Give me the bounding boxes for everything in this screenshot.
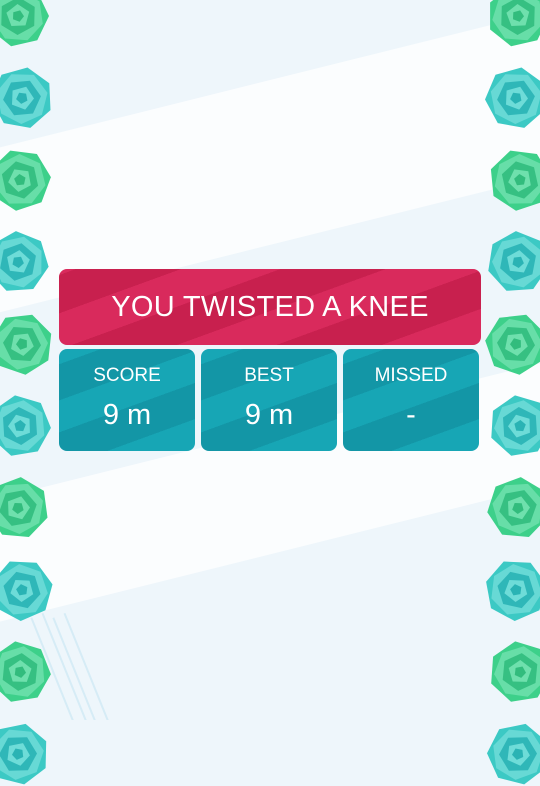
geometric-polygon-gem-icon (0, 394, 52, 458)
missed-card: MISSED - (343, 349, 479, 451)
geometric-polygon-gem-icon (486, 722, 540, 786)
geometric-polygon-gem-icon (486, 0, 540, 48)
geometric-polygon-gem-icon (488, 640, 540, 704)
stats-row: SCORE 9 m BEST 9 m MISSED - (59, 349, 481, 451)
geometric-polygon-gem-icon (484, 66, 540, 130)
score-card: SCORE 9 m (59, 349, 195, 451)
geometric-polygon-gem-icon (488, 148, 540, 212)
geometric-polygon-gem-icon (0, 148, 52, 212)
geometric-polygon-gem-icon (486, 476, 540, 540)
best-value: 9 m (244, 399, 294, 431)
right-gem-wall (484, 0, 540, 785)
geometric-polygon-gem-icon (0, 230, 50, 294)
geometric-polygon-gem-icon (0, 476, 50, 540)
best-label: BEST (244, 365, 294, 386)
missed-label: MISSED (374, 365, 448, 386)
score-label: SCORE (93, 365, 161, 386)
geometric-polygon-gem-icon (484, 312, 540, 376)
geometric-polygon-gem-icon (0, 66, 54, 130)
geometric-polygon-gem-icon (488, 394, 540, 458)
geometric-polygon-gem-icon (0, 722, 50, 786)
best-card: BEST 9 m (201, 349, 337, 451)
geometric-polygon-gem-icon (486, 230, 540, 294)
left-gem-wall (0, 0, 56, 785)
geometric-polygon-gem-icon (484, 558, 540, 622)
result-banner-text: YOU TWISTED A KNEE (111, 290, 429, 323)
geometric-polygon-gem-icon (0, 0, 50, 48)
result-banner: YOU TWISTED A KNEE (59, 269, 481, 345)
geometric-polygon-gem-icon (0, 312, 54, 376)
score-value: 9 m (102, 399, 152, 431)
geometric-polygon-gem-icon (0, 640, 52, 704)
geometric-polygon-gem-icon (0, 558, 54, 622)
missed-value: - (406, 399, 416, 431)
game-over-panel: YOU TWISTED A KNEE SCORE 9 m BEST 9 m MI… (59, 269, 481, 451)
